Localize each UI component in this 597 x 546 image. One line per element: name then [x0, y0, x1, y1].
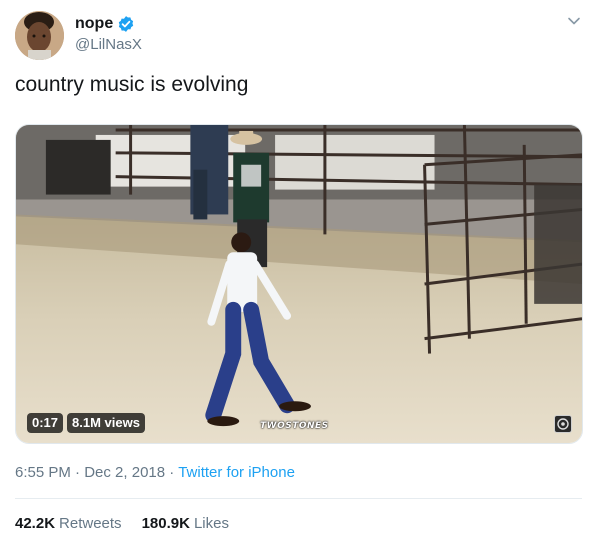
video-badges: 0:17 8.1M views	[27, 413, 145, 433]
video-watermark: TWOSTONES	[260, 421, 329, 431]
video-views: 8.1M views	[67, 413, 145, 433]
name-row: nope	[75, 13, 142, 34]
channel-logo-icon	[554, 415, 572, 433]
video-player[interactable]: 0:17 8.1M views TWOSTONES	[15, 124, 583, 444]
video-frame	[16, 125, 582, 443]
retweets-label: Retweets	[59, 515, 122, 532]
likes-label: Likes	[193, 515, 229, 532]
likes-stat[interactable]: 180.9K Likes	[142, 514, 229, 534]
retweets-stat[interactable]: 42.2K Retweets	[15, 514, 122, 534]
verified-badge-icon	[117, 15, 135, 33]
meta-separator: ·	[169, 464, 175, 481]
meta-separator: ·	[75, 464, 81, 481]
author-block: nope @LilNasX	[75, 13, 142, 55]
user-handle[interactable]: @LilNasX	[75, 35, 142, 55]
avatar-image	[15, 11, 64, 60]
tweet-date[interactable]: Dec 2, 2018	[84, 464, 165, 481]
video-duration: 0:17	[27, 413, 64, 433]
tweet-source-link[interactable]: Twitter for iPhone	[178, 464, 295, 481]
avatar[interactable]	[15, 11, 64, 60]
tweet-time[interactable]: 6:55 PM	[15, 464, 71, 481]
divider	[15, 498, 582, 499]
tweet-text: country music is evolving	[15, 73, 249, 96]
engagement-stats: 42.2K Retweets 180.9K Likes	[15, 514, 229, 534]
tweet-card: nope @LilNasX country music is evolving	[0, 0, 597, 546]
tweet-meta: 6:55 PM · Dec 2, 2018 · Twitter for iPho…	[15, 463, 295, 483]
likes-count: 180.9K	[141, 515, 190, 532]
chevron-down-icon[interactable]	[567, 14, 581, 28]
retweets-count: 42.2K	[15, 515, 56, 532]
display-name[interactable]: nope	[75, 13, 113, 34]
